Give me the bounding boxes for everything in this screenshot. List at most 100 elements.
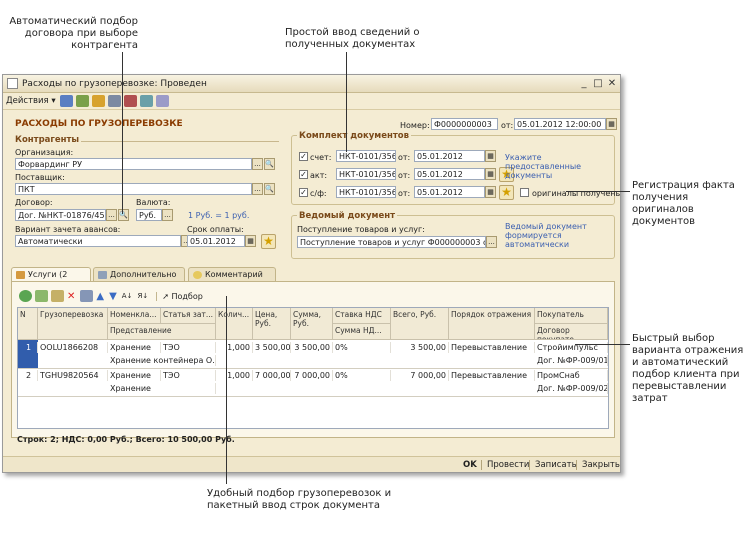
col-order[interactable]: Порядок отражения	[449, 308, 535, 340]
cell-cost-item[interactable]: ТЭО	[161, 370, 216, 381]
cell-buyer[interactable]: ПромСнаб	[535, 370, 608, 381]
edit-row-icon[interactable]	[51, 290, 64, 302]
contract-field[interactable]: Дог. №НКТ-01876/45 с ...	[15, 209, 106, 221]
close-button[interactable]: Закрыть	[582, 459, 620, 471]
cell-price[interactable]: 3 500,00	[253, 342, 291, 353]
due-date-calendar-icon[interactable]: ▦	[245, 235, 256, 247]
invoice-date-field[interactable]: 05.01.2012	[414, 150, 485, 162]
supplier-open-icon[interactable]: 🔍	[264, 183, 275, 195]
tab-additional[interactable]: Дополнительно	[93, 267, 185, 281]
currency-field[interactable]: Руб.	[136, 209, 162, 221]
col-buyer[interactable]: Покупатель	[535, 308, 608, 324]
supplier-select-button[interactable]: ...	[252, 183, 263, 195]
cell-nomenclature[interactable]: Хранение	[108, 370, 161, 381]
number-field[interactable]: Ф0000000003	[431, 118, 498, 130]
col-sum[interactable]: Сумма, Руб.	[291, 308, 333, 340]
cell-qty[interactable]: 1,000	[216, 370, 253, 381]
advance-field[interactable]: Автоматически	[15, 235, 181, 247]
org-select-button[interactable]: ...	[252, 158, 263, 170]
cell-cargo[interactable]: TGHU9820564	[38, 370, 108, 381]
org-field[interactable]: Форвардинг РУ	[15, 158, 252, 170]
vat-invoice-calendar-icon[interactable]: ▦	[485, 186, 496, 198]
sort-desc-icon[interactable]: Я↓	[137, 292, 148, 300]
calendar-icon[interactable]: ▦	[606, 118, 617, 130]
lead-document-field[interactable]: Поступление товаров и услуг Ф000000003 о…	[297, 236, 486, 248]
refresh-icon[interactable]	[75, 95, 89, 107]
move-up-icon[interactable]: ▲	[96, 291, 104, 302]
add-row-icon[interactable]	[19, 290, 32, 302]
table-row[interactable]: 1 OOLU1866208 Хранение ТЭО Хранение конт…	[18, 340, 608, 369]
col-total[interactable]: Всего, Руб.	[391, 308, 449, 340]
col-qty[interactable]: Колич...	[216, 308, 253, 340]
contract-select-button[interactable]: ...	[106, 209, 117, 221]
tab-services[interactable]: Услуги (2 поз.)	[11, 267, 91, 293]
cell-order[interactable]: Перевыставление	[449, 370, 535, 381]
contract-open-icon[interactable]: 🔍	[118, 209, 129, 221]
cell-buyer-contract[interactable]: Дог. №ФР-009/02	[535, 383, 608, 394]
cell-vat-rate[interactable]: 0%	[333, 370, 391, 381]
move-down-icon[interactable]: ▼	[109, 291, 117, 302]
act-number-field[interactable]: НКТ-0101/356	[336, 168, 396, 180]
col-cost-item[interactable]: Статья зат...	[161, 308, 216, 324]
supplier-field[interactable]: ПКТ	[15, 183, 252, 195]
org-open-icon[interactable]: 🔍	[264, 158, 275, 170]
sort-asc-icon[interactable]: A↓	[122, 292, 133, 300]
maximize-button[interactable]: □	[592, 78, 604, 89]
col-cargo[interactable]: Грузоперевозка	[38, 308, 108, 340]
vat-invoice-number-field[interactable]: НКТ-0101/356	[336, 186, 396, 198]
col-buyer-contract[interactable]: Договор покупате...	[535, 324, 608, 340]
post-icon[interactable]	[91, 95, 105, 107]
act-checkbox[interactable]: ✓	[299, 170, 308, 179]
cell-sum[interactable]: 3 500,00	[291, 342, 333, 353]
col-view[interactable]: Представление	[108, 324, 216, 340]
act-calendar-icon[interactable]: ▦	[485, 168, 496, 180]
structure-icon[interactable]	[139, 95, 153, 107]
table-row[interactable]: 2 TGHU9820564 Хранение ТЭО Хранение 1,00…	[18, 368, 608, 397]
col-nomenclature[interactable]: Номенкла...	[108, 308, 161, 324]
cell-order[interactable]: Перевыставление	[449, 342, 535, 353]
cell-qty[interactable]: 1,000	[216, 342, 253, 353]
col-vat-rate[interactable]: Ставка НДС	[333, 308, 391, 324]
cell-nomenclature[interactable]: Хранение	[108, 342, 161, 353]
pick-button[interactable]: ➚ Подбор	[156, 291, 203, 301]
exchange-rate-link[interactable]: 1 Руб. = 1 руб.	[188, 211, 249, 221]
invoice-calendar-icon[interactable]: ▦	[485, 150, 496, 162]
hint-line[interactable]: документы	[505, 171, 552, 181]
copy-icon[interactable]	[155, 95, 169, 107]
save-button[interactable]: Записать	[535, 459, 577, 471]
post-button[interactable]: Провести	[487, 459, 529, 471]
tab-comment[interactable]: Комментарий	[188, 267, 276, 281]
invoice-checkbox[interactable]: ✓	[299, 152, 308, 161]
cell-total[interactable]: 7 000,00	[391, 370, 449, 381]
invoice-number-field[interactable]: НКТ-0101/356	[336, 150, 396, 162]
minimize-button[interactable]: _	[578, 78, 590, 89]
col-price[interactable]: Цена, Руб.	[253, 308, 291, 340]
cell-price[interactable]: 7 000,00	[253, 370, 291, 381]
close-window-button[interactable]: ✕	[606, 78, 618, 89]
cell-total[interactable]: 3 500,00	[391, 342, 449, 353]
cell-view[interactable]: Хранение	[108, 383, 216, 394]
lead-document-select-button[interactable]: ...	[486, 236, 497, 248]
cell-buyer-contract[interactable]: Дог. №ФР-009/01	[535, 355, 608, 366]
originals-checkbox[interactable]	[520, 188, 529, 197]
end-edit-icon[interactable]	[80, 290, 94, 302]
copy-row-icon[interactable]	[35, 290, 48, 302]
act-date-field[interactable]: 05.01.2012	[414, 168, 485, 180]
vat-invoice-date-field[interactable]: 05.01.2012	[414, 186, 485, 198]
cell-cargo[interactable]: OOLU1866208	[38, 342, 108, 353]
actions-menu[interactable]: Действия ▾	[6, 96, 56, 106]
currency-select-button[interactable]: ...	[162, 209, 173, 221]
save-icon[interactable]	[59, 95, 73, 107]
ok-button[interactable]: OK	[463, 459, 477, 471]
vat-invoice-checkbox[interactable]: ✓	[299, 188, 308, 197]
cell-cost-item[interactable]: ТЭО	[161, 342, 216, 353]
cell-sum[interactable]: 7 000,00	[291, 370, 333, 381]
due-date-field[interactable]: 05.01.2012	[187, 235, 245, 247]
vat-invoice-star-icon[interactable]: ★	[499, 185, 514, 200]
col-vat-sum[interactable]: Сумма НД...	[333, 324, 391, 340]
favorite-star-icon[interactable]: ★	[261, 234, 276, 249]
cell-view[interactable]: Хранение контейнера О...	[108, 355, 216, 366]
print-icon[interactable]	[107, 95, 121, 107]
delete-row-icon[interactable]: ✕	[67, 291, 75, 302]
col-n[interactable]: N	[18, 308, 38, 340]
